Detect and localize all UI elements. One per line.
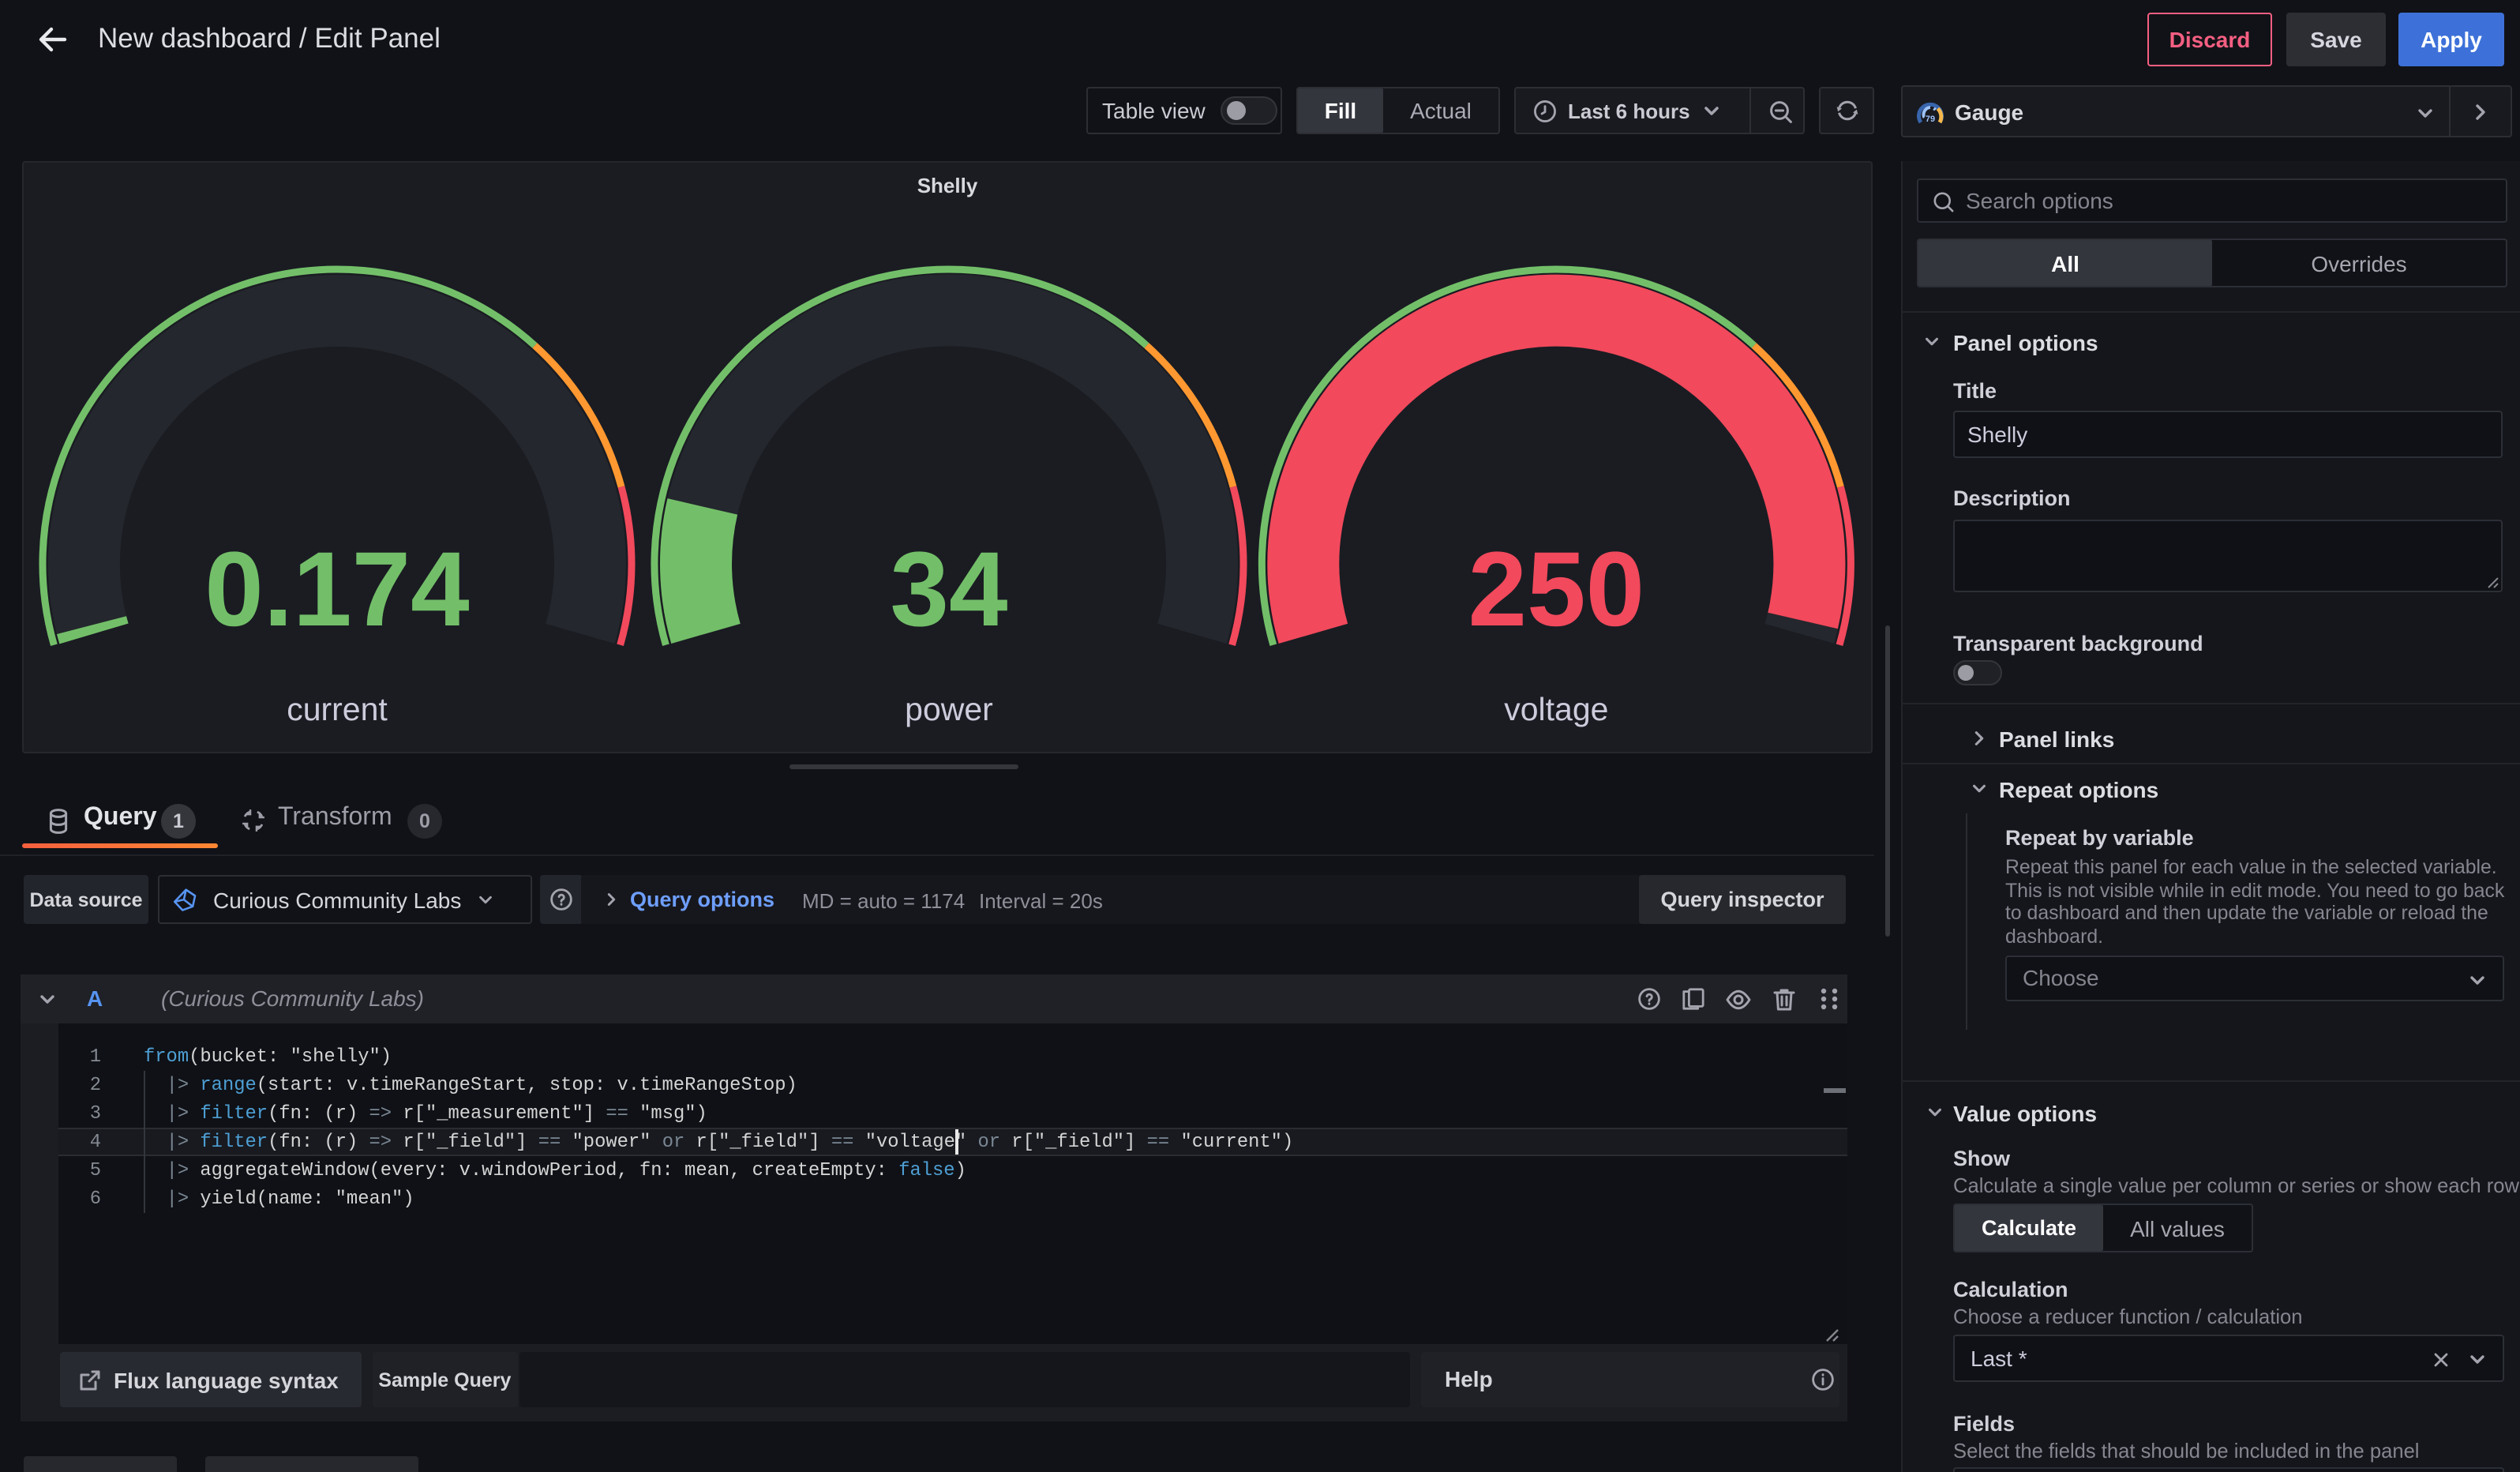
svg-text:79: 79 bbox=[1926, 115, 1935, 124]
